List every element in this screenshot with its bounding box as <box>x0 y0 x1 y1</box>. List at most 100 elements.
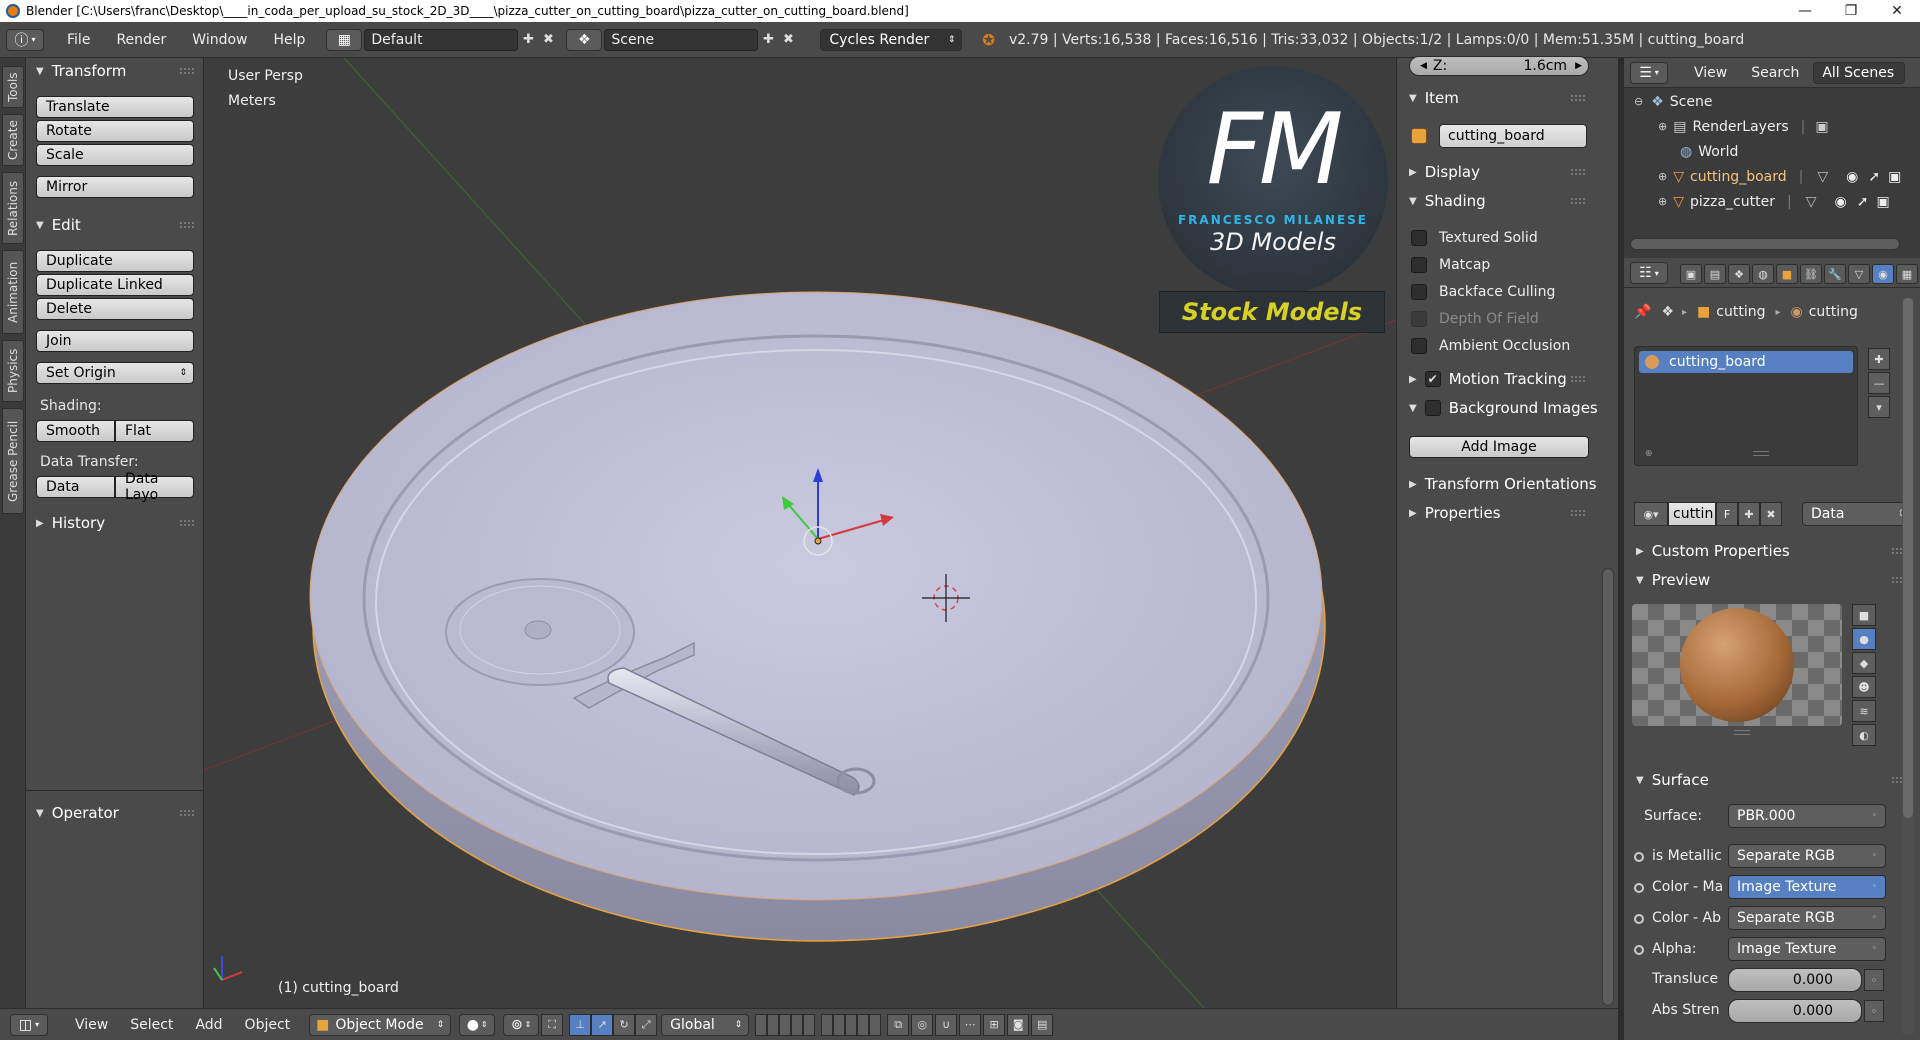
pin-icon[interactable]: 📌 <box>1634 304 1651 320</box>
tree-item-cutting-board[interactable]: ⊕ ▽ cutting_board | ▽ ◉ ➚ ▣ <box>1624 164 1920 189</box>
resize-grip-icon[interactable] <box>1734 730 1750 735</box>
checkbox-icon[interactable] <box>1424 400 1441 416</box>
unlink-material-icon[interactable]: ✖ <box>1760 502 1782 526</box>
duplicate-button[interactable]: Duplicate <box>36 250 194 272</box>
editor-type-button[interactable]: ⓘ ▾ <box>6 28 44 51</box>
close-button[interactable]: ✕ <box>1874 0 1920 22</box>
eye-icon[interactable]: ◉ <box>1846 169 1858 185</box>
mirror-button[interactable]: Mirror <box>36 176 194 198</box>
set-origin-dropdown[interactable]: Set Origin ⇕ <box>36 362 194 384</box>
panel-grip-icon[interactable] <box>1571 376 1585 382</box>
panel-background-images-header[interactable]: ▼ Background Images <box>1397 396 1599 420</box>
data-tab-icon[interactable]: ▽ <box>1848 264 1870 284</box>
layer-1-button[interactable] <box>755 1013 768 1036</box>
minimize-button[interactable]: — <box>1782 0 1828 22</box>
scene-tab-icon[interactable]: ❖ <box>1728 264 1750 284</box>
modifiers-tab-icon[interactable]: 🔧 <box>1824 264 1846 284</box>
menu-object[interactable]: Object <box>234 1017 302 1033</box>
input-socket-icon[interactable] <box>1634 945 1644 955</box>
panel-grip-icon[interactable] <box>1571 198 1585 204</box>
panel-properties-header[interactable]: ▶ Properties <box>1397 501 1599 525</box>
menu-add[interactable]: Add <box>184 1017 233 1033</box>
outliner-display-mode-select[interactable]: All Scenes <box>1813 61 1906 84</box>
cutting-board-top[interactable] <box>309 291 1323 901</box>
tree-item-renderlayers[interactable]: ⊕ ▤ RenderLayers | ▣ <box>1624 114 1920 139</box>
tab-create[interactable]: Create <box>2 114 24 166</box>
remove-screen-icon[interactable]: ✖ <box>538 30 558 50</box>
add-image-button[interactable]: Add Image <box>1409 436 1589 458</box>
panel-grip-icon[interactable] <box>180 810 194 816</box>
fake-user-button[interactable]: F <box>1716 502 1738 526</box>
layer-3-button[interactable] <box>779 1013 792 1036</box>
manipulator-toggle-icon[interactable]: ⛶ <box>541 1013 564 1036</box>
3d-view-editor-type-button[interactable]: ◫ ▾ <box>10 1013 48 1036</box>
textured-solid-checkbox[interactable]: Textured Solid <box>1411 230 1538 246</box>
menu-select[interactable]: Select <box>119 1017 184 1033</box>
manipulator-icon[interactable]: ⊥ <box>569 1013 592 1036</box>
camera-icon[interactable]: ▣ <box>1876 194 1889 210</box>
rotate-manipulator-icon[interactable]: ↻ <box>613 1013 636 1036</box>
panel-grip-icon[interactable] <box>1571 95 1585 101</box>
preview-monkey-icon[interactable]: ☻ <box>1852 676 1876 698</box>
scrollbar-thumb[interactable] <box>1903 298 1913 818</box>
panel-display-header[interactable]: ▶ Display <box>1397 160 1599 184</box>
smooth-shading-button[interactable]: Smooth <box>36 420 115 442</box>
tree-item-world[interactable]: ◍ World <box>1624 139 1920 164</box>
material-tab-icon[interactable]: ◉ <box>1872 264 1894 284</box>
panel-grip-icon[interactable] <box>1571 169 1585 175</box>
maximize-button[interactable]: ❐ <box>1828 0 1874 22</box>
layer-lock-icon[interactable]: ⧉ <box>887 1013 910 1036</box>
slot-menu-icon[interactable]: ▾ <box>1868 396 1890 418</box>
pivot-point-select[interactable]: ⊚ ⇕ <box>503 1013 540 1036</box>
material-link-select[interactable]: Data⇕ <box>1802 502 1914 526</box>
input-is-metallic-select[interactable]: Separate RGB ◦ <box>1728 844 1886 868</box>
input-alpha-select[interactable]: Image Texture ◦ <box>1728 937 1886 961</box>
scrollbar-thumb[interactable] <box>1602 568 1614 1006</box>
duplicate-linked-button[interactable]: Duplicate Linked <box>36 274 194 296</box>
layer-7-button[interactable] <box>833 1013 846 1036</box>
remove-scene-icon[interactable]: ✖ <box>778 30 798 50</box>
panel-history-header[interactable]: ▶ History <box>26 510 204 536</box>
panel-preview-header[interactable]: ▼ Preview <box>1624 568 1920 592</box>
add-slot-icon[interactable]: ✚ <box>1868 348 1890 370</box>
menu-window[interactable]: Window <box>179 32 260 48</box>
collapse-toggle-icon[interactable]: ⊖ <box>1634 95 1643 108</box>
backface-culling-checkbox[interactable]: Backface Culling <box>1411 284 1555 300</box>
menu-view[interactable]: View <box>64 1017 119 1033</box>
preview-cube-icon[interactable]: ◆ <box>1852 652 1876 674</box>
material-browse-icon[interactable]: ◉▾ <box>1634 502 1668 526</box>
input-color-ma-select[interactable]: Image Texture ◦ <box>1728 875 1886 899</box>
screen-layout-selector[interactable]: ▦ <box>326 28 363 51</box>
tab-animation[interactable]: Animation <box>2 250 24 334</box>
location-z-field[interactable]: ◀ Z: 1.6cm ▶ <box>1409 56 1589 76</box>
expand-toggle-icon[interactable]: ⊕ <box>1658 195 1667 208</box>
abs-strength-field[interactable]: 0.000 <box>1728 999 1862 1023</box>
preview-sphere-icon[interactable]: ● <box>1852 628 1876 650</box>
translate-manipulator-icon[interactable]: ↗ <box>591 1013 614 1036</box>
resize-grip-icon[interactable] <box>1753 451 1769 456</box>
scene-selector[interactable]: ❖ <box>566 28 603 51</box>
panel-transform-orientations-header[interactable]: ▶ Transform Orientations <box>1397 472 1599 496</box>
opengl-render-icon[interactable]: ◙ <box>1007 1013 1030 1036</box>
outliner-editor-type-button[interactable]: ☰ ▾ <box>1630 61 1668 84</box>
matcap-checkbox[interactable]: Matcap <box>1411 257 1490 273</box>
remove-slot-icon[interactable]: — <box>1868 372 1890 394</box>
tab-grease-pencil[interactable]: Grease Pencil <box>2 408 24 514</box>
rotate-button[interactable]: Rotate <box>36 120 194 142</box>
new-material-icon[interactable]: ✚ <box>1738 502 1760 526</box>
object-tab-icon[interactable]: ■ <box>1776 264 1798 284</box>
material-slot-list[interactable]: cutting_board ⊕ <box>1634 346 1858 466</box>
scene-field[interactable]: Scene <box>604 28 759 51</box>
eye-icon[interactable]: ◉ <box>1834 194 1846 210</box>
properties-editor-type-button[interactable]: ☷ ▾ <box>1630 262 1668 284</box>
cursor-icon[interactable]: ➚ <box>1857 194 1869 210</box>
texture-tab-icon[interactable]: ▦ <box>1896 264 1918 284</box>
preview-hair-icon[interactable]: ≋ <box>1852 700 1876 722</box>
3d-viewport[interactable]: User Persp Meters (1) cutting_board FM F… <box>204 58 1396 1008</box>
render-layers-tab-icon[interactable]: ▤ <box>1704 264 1726 284</box>
interaction-mode-select[interactable]: ■ Object Mode ⇕ <box>309 1013 452 1036</box>
outliner-search-menu[interactable]: Search <box>1751 65 1799 81</box>
panel-edit-header[interactable]: ▼ Edit <box>26 212 204 238</box>
expand-toggle-icon[interactable]: ⊕ <box>1658 120 1667 133</box>
tab-relations[interactable]: Relations <box>2 172 24 244</box>
